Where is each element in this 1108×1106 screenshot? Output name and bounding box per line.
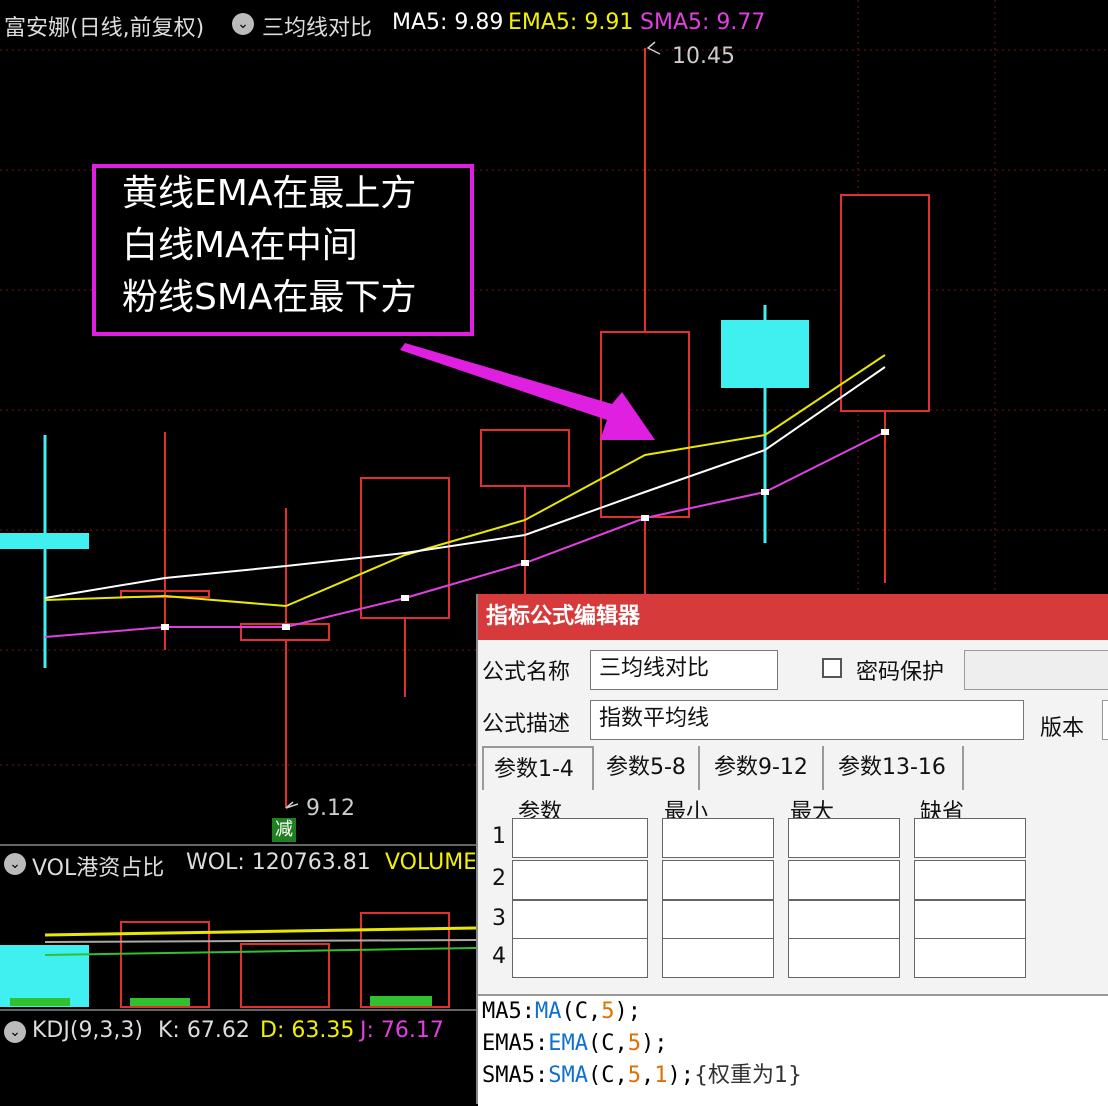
kdj-label: KDJ(9,3,3): [32, 1018, 143, 1043]
param-name-cell[interactable]: [512, 900, 648, 940]
high-price-label: 10.45: [672, 44, 735, 69]
formula-code-editor[interactable]: MA5:MA(C,5); EMA5:EMA(C,5); SMA5:SMA(C,5…: [478, 994, 1108, 1106]
kdj-d-value: D: 63.35: [260, 1018, 355, 1043]
code-line-1: MA5:MA(C,5);: [482, 999, 641, 1024]
tab-params-5-8[interactable]: 参数5-8: [596, 746, 700, 790]
reduce-badge: 减: [272, 818, 296, 842]
code-line-3: SMA5:SMA(C,5,1);{权重为1}: [482, 1063, 802, 1088]
ma5-value: MA5: 9.89: [392, 10, 504, 35]
callout-line-1: 黄线EMA在最上方: [122, 173, 417, 214]
high-arrow-icon: [646, 41, 661, 55]
formula-name-label: 公式名称: [482, 660, 571, 685]
annotation-callout: 黄线EMA在最上方 白线MA在中间 粉线SMA在最下方: [92, 164, 474, 336]
param-max-cell[interactable]: [788, 860, 900, 900]
param-default-cell[interactable]: [914, 938, 1026, 978]
callout-line-2: 白线MA在中间: [122, 225, 358, 266]
tab-params-9-12[interactable]: 参数9-12: [704, 746, 824, 790]
row-label-1: 1: [492, 824, 506, 849]
vol-label: VOL港资占比: [32, 856, 165, 881]
ema5-value: EMA5: 9.91: [508, 10, 634, 35]
row-label-2: 2: [492, 866, 506, 891]
password-checkbox[interactable]: [822, 658, 842, 678]
param-default-cell[interactable]: [914, 900, 1026, 940]
param-name-cell[interactable]: [512, 818, 648, 858]
candle-body: [0, 533, 89, 549]
dropdown-circle-icon[interactable]: ⌄: [232, 13, 254, 35]
param-default-cell[interactable]: [914, 860, 1026, 900]
indicator-name: 三均线对比: [262, 16, 373, 41]
param-max-cell[interactable]: [788, 818, 900, 858]
vol-avg-line-2: [44, 947, 477, 956]
volume-label: VOLUME: [385, 850, 475, 875]
candle-body: [840, 194, 930, 412]
param-name-cell[interactable]: [512, 938, 648, 978]
version-label: 版本: [1040, 716, 1085, 741]
formula-desc-label: 公式描述: [482, 712, 571, 737]
wol-value: WOL: 120763.81: [186, 850, 371, 875]
low-price-label: 9.12: [306, 796, 355, 821]
kdj-k-value: K: 67.62: [158, 1018, 250, 1043]
vol-avg-line-3: [44, 939, 477, 943]
low-arrow-icon: [285, 801, 299, 809]
row-label-4: 4: [492, 944, 506, 969]
formula-name-input[interactable]: 三均线对比: [590, 650, 778, 690]
password-input[interactable]: [964, 650, 1108, 690]
formula-desc-input[interactable]: 指数平均线: [590, 700, 1024, 740]
param-max-cell[interactable]: [788, 938, 900, 978]
code-line-2: EMA5:EMA(C,5);: [482, 1031, 668, 1056]
tab-params-1-4[interactable]: 参数1-4: [482, 746, 594, 790]
stock-title: 富安娜(日线,前复权): [4, 16, 205, 41]
param-min-cell[interactable]: [662, 938, 774, 978]
param-min-cell[interactable]: [662, 860, 774, 900]
param-min-cell[interactable]: [662, 818, 774, 858]
tab-params-13-16[interactable]: 参数13-16: [828, 746, 964, 790]
candle-body: [480, 429, 570, 487]
volume-bars: [0, 912, 450, 1008]
kdj-j-value: J: 76.17: [360, 1018, 444, 1043]
dialog-title: 指标公式编辑器: [478, 594, 1108, 640]
version-input[interactable]: [1102, 700, 1108, 740]
ma-line: [44, 366, 886, 599]
kdj-dropdown-icon[interactable]: ⌄: [4, 1021, 26, 1043]
param-default-cell[interactable]: [914, 818, 1026, 858]
param-max-cell[interactable]: [788, 900, 900, 940]
candle-body: [721, 320, 809, 388]
param-min-cell[interactable]: [662, 900, 774, 940]
code-comment: {权重为1}: [693, 1063, 802, 1088]
callout-line-3: 粉线SMA在最下方: [122, 277, 417, 318]
sma5-value: SMA5: 9.77: [640, 10, 766, 35]
ema-line: [44, 354, 886, 608]
password-label: 密码保护: [856, 660, 945, 685]
param-name-cell[interactable]: [512, 860, 648, 900]
row-label-3: 3: [492, 906, 506, 931]
vol-avg-line-1: [44, 926, 477, 937]
formula-editor-dialog: 指标公式编辑器 公式名称 三均线对比 密码保护 公式描述 指数平均线 版本 参数…: [476, 594, 1108, 1106]
vol-dropdown-icon[interactable]: ⌄: [4, 853, 26, 875]
